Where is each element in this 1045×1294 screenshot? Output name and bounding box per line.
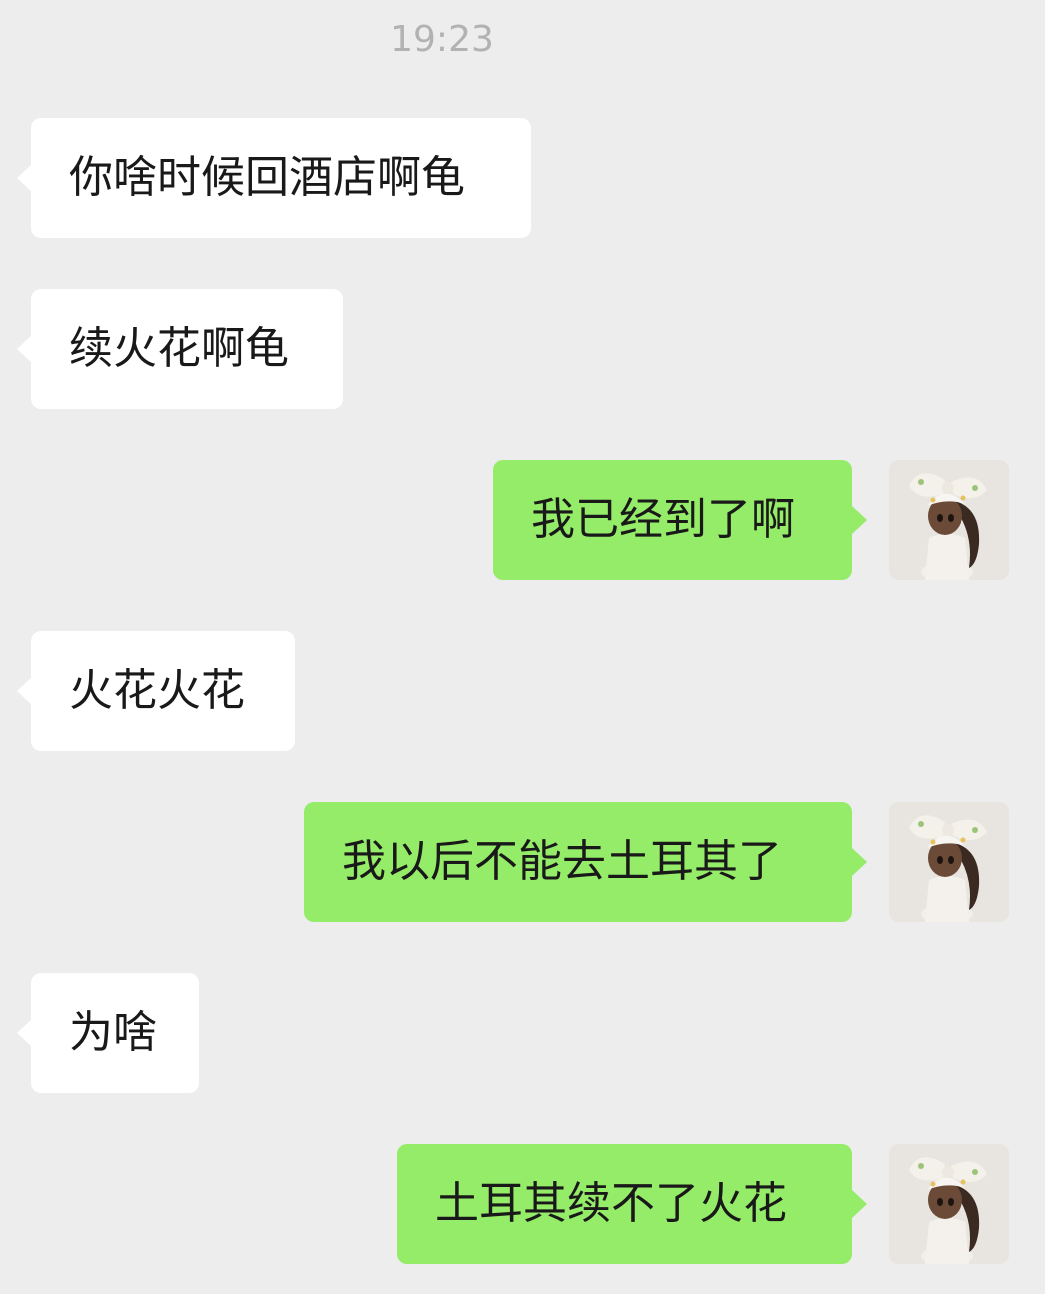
message-text: 为啥 — [69, 1007, 157, 1058]
incoming-message-bubble[interactable]: 你啥时候回酒店啊龟 — [17, 118, 531, 238]
incoming-message-bubble[interactable]: 为啥 — [17, 973, 199, 1093]
message-text: 火花火花 — [69, 665, 245, 716]
message-text: 你啥时候回酒店啊龟 — [69, 152, 465, 203]
bubble-tail — [17, 1019, 32, 1047]
incoming-message-bubble[interactable]: 续火花啊龟 — [17, 289, 343, 409]
message-text: 我以后不能去土耳其了 — [342, 836, 782, 887]
user-avatar[interactable] — [889, 460, 1009, 580]
chat-timestamp: 19:23 — [390, 19, 494, 60]
message-text: 续火花啊龟 — [69, 323, 289, 374]
user-avatar[interactable] — [889, 802, 1009, 922]
doll-avatar-icon — [889, 802, 1009, 922]
bubble-tail — [852, 1190, 867, 1218]
message-text: 土耳其续不了火花 — [435, 1178, 787, 1229]
bubble-tail — [17, 335, 32, 363]
bubble-tail — [17, 164, 32, 192]
outgoing-message-bubble[interactable]: 我以后不能去土耳其了 — [304, 802, 867, 922]
bubble-tail — [852, 848, 867, 876]
doll-avatar-icon — [889, 1144, 1009, 1264]
user-avatar[interactable] — [889, 1144, 1009, 1264]
outgoing-message-bubble[interactable]: 土耳其续不了火花 — [397, 1144, 867, 1264]
bubble-tail — [17, 677, 32, 705]
doll-avatar-icon — [889, 460, 1009, 580]
bubble-tail — [852, 506, 867, 534]
outgoing-message-bubble[interactable]: 我已经到了啊 — [493, 460, 867, 580]
incoming-message-bubble[interactable]: 火花火花 — [17, 631, 295, 751]
message-text: 我已经到了啊 — [531, 494, 795, 545]
